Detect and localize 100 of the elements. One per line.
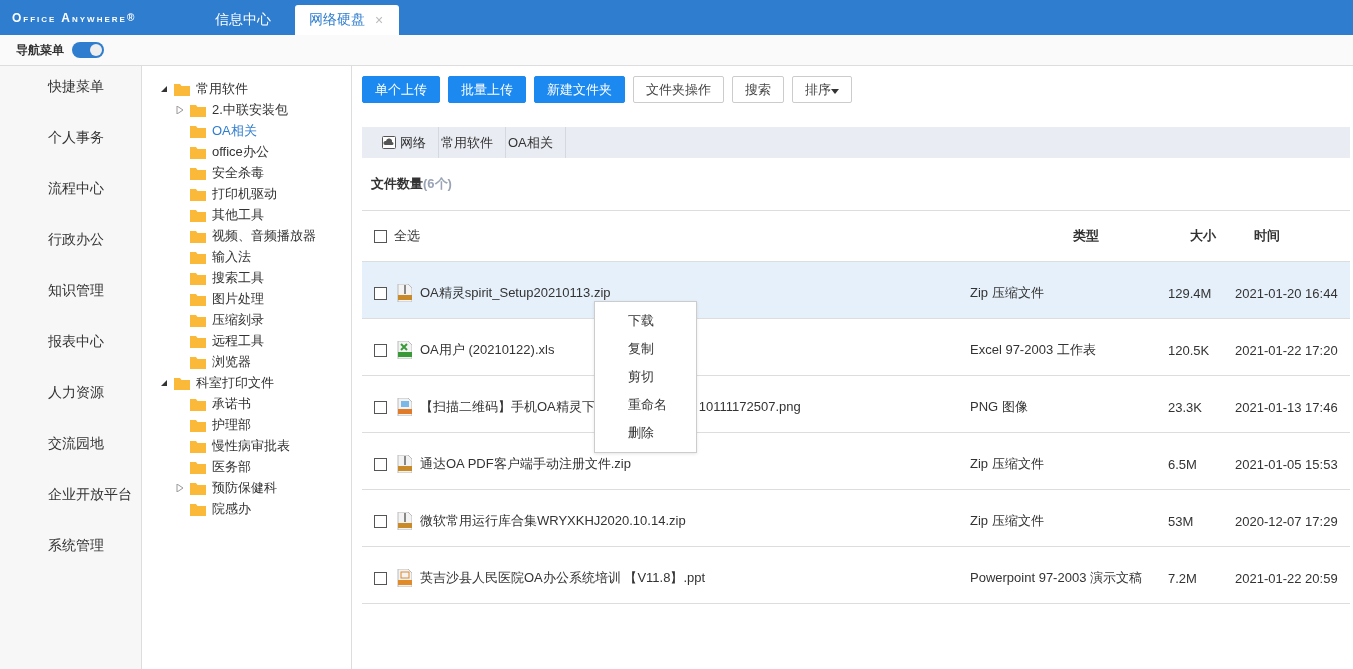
checkbox[interactable] [374,514,387,528]
file-size: 7.2M [1168,570,1198,586]
tree-node[interactable]: 预防保健科 [160,477,351,498]
menu-item[interactable]: 复制 [595,335,696,363]
tree-node[interactable]: 图片处理 [160,288,351,309]
folder-icon [190,165,206,180]
breadcrumb-item[interactable]: 常用软件 [441,127,506,158]
select-all-label[interactable]: 全选 [394,227,420,245]
folder-icon [174,375,190,390]
sidebar-item[interactable]: 企业开放平台 [0,486,141,537]
file-type: Zip 压缩文件 [970,512,1045,530]
file-name[interactable]: 【扫描二维码】手机OA精灵下 [420,400,595,414]
folder-icon [190,249,206,264]
tree-node[interactable]: 科室打印文件 [160,372,351,393]
file-icon [397,512,412,530]
file-name[interactable]: 通达OA PDF客户端手动注册文件.zip [420,457,631,471]
folder-icon [190,186,206,201]
breadcrumb-item[interactable]: OA相关 [508,127,566,158]
tree-node[interactable]: 搜索工具 [160,267,351,288]
toolbar-button[interactable]: 新建文件夹 [534,76,625,103]
folder-icon [190,207,206,222]
tree-node[interactable]: 慢性病审批表 [160,435,351,456]
sidebar-item[interactable]: 个人事务 [0,129,141,180]
cloud-drive-icon [382,136,396,149]
folder-icon [190,480,206,495]
tree-node[interactable]: 医务部 [160,456,351,477]
nav-toggle[interactable] [72,42,104,58]
tree-node[interactable]: 浏览器 [160,351,351,372]
checkbox[interactable] [374,571,387,585]
toolbar-button[interactable]: 批量上传 [448,76,526,103]
folder-icon [190,228,206,243]
tree-node[interactable]: 2.中联安装包 [160,99,351,120]
tree-node[interactable]: 院感办 [160,498,351,519]
breadcrumb-item[interactable]: 网络 [382,127,439,158]
tree-node[interactable]: 护理部 [160,414,351,435]
file-name[interactable]: OA精灵spirit_Setup20210113.zip [420,286,611,300]
sidebar-item[interactable]: 快捷菜单 [0,78,141,129]
file-type: PNG 图像 [970,398,1029,416]
sidebar-item[interactable]: 人力资源 [0,384,141,435]
file-icon [397,341,412,359]
tree-node[interactable]: 压缩刻录 [160,309,351,330]
folder-icon [190,459,206,474]
caret-icon [831,88,839,94]
tree-node[interactable]: office办公 [160,141,351,162]
tree-node[interactable]: 打印机驱动 [160,183,351,204]
toolbar-button[interactable]: 文件夹操作 [633,76,724,103]
folder-icon [190,291,206,306]
file-time: 2020-12-07 17:29 [1235,513,1338,529]
sidebar-item[interactable]: 行政办公 [0,231,141,282]
checkbox[interactable] [374,229,387,243]
file-time: 2021-01-05 15:53 [1235,456,1338,472]
column-header: 大小 [1190,227,1216,245]
file-time: 2021-01-13 17:46 [1235,399,1338,415]
column-header: 类型 [1073,227,1099,245]
folder-icon [190,123,206,138]
tab[interactable]: 信息中心 [215,5,287,35]
tree-node[interactable]: 视频、音频播放器 [160,225,351,246]
tree-node[interactable]: 安全杀毒 [160,162,351,183]
folder-icon [190,270,206,285]
toolbar-button[interactable]: 单个上传 [362,76,440,103]
folder-icon [190,102,206,117]
tree-node[interactable]: 常用软件 [160,78,351,99]
checkbox[interactable] [374,457,387,471]
toolbar-button[interactable]: 搜索 [732,76,784,103]
tree-node[interactable]: 其他工具 [160,204,351,225]
nav-label: 导航菜单 [16,41,64,59]
file-size: 129.4M [1168,285,1213,301]
file-name[interactable]: 微软常用运行库合集WRYXKHJ2020.10.14.zip [420,514,686,528]
checkbox[interactable] [374,343,387,357]
sidebar-item[interactable]: 系统管理 [0,537,141,588]
file-icon [397,284,412,302]
menu-item[interactable]: 重命名 [595,391,696,419]
tree-node[interactable]: OA相关 [160,120,351,141]
file-type: Zip 压缩文件 [970,284,1045,302]
file-icon [397,398,412,416]
file-size: 23.3K [1168,399,1203,415]
expanded-icon[interactable] [160,84,168,93]
toolbar-button[interactable]: 排序 [792,76,852,103]
tab[interactable]: 网络硬盘 × [295,5,400,35]
file-name[interactable]: 10111172507.png [698,400,801,414]
file-size: 6.5M [1168,456,1198,472]
file-time: 2021-01-20 16:44 [1235,285,1338,301]
checkbox[interactable] [374,400,387,414]
tree-node[interactable]: 远程工具 [160,330,351,351]
file-type: Zip 压缩文件 [970,455,1045,473]
folder-icon [190,312,206,327]
sidebar-item[interactable]: 知识管理 [0,282,141,333]
checkbox[interactable] [374,286,387,300]
expanded-icon[interactable] [160,378,168,387]
file-time: 2021-01-22 20:59 [1235,570,1338,586]
sidebar-item[interactable]: 交流园地 [0,435,141,486]
tree-node[interactable]: 输入法 [160,246,351,267]
sidebar-item[interactable]: 报表中心 [0,333,141,384]
sidebar-item[interactable]: 流程中心 [0,180,141,231]
tree-node[interactable]: 承诺书 [160,393,351,414]
file-icon [397,455,412,473]
folder-icon [190,354,206,369]
file-name[interactable]: OA用户 (20210122).xls [420,343,555,357]
file-name[interactable]: 英吉沙县人民医院OA办公系统培训 【V11.8】.ppt [420,571,706,585]
folder-icon [190,417,206,432]
